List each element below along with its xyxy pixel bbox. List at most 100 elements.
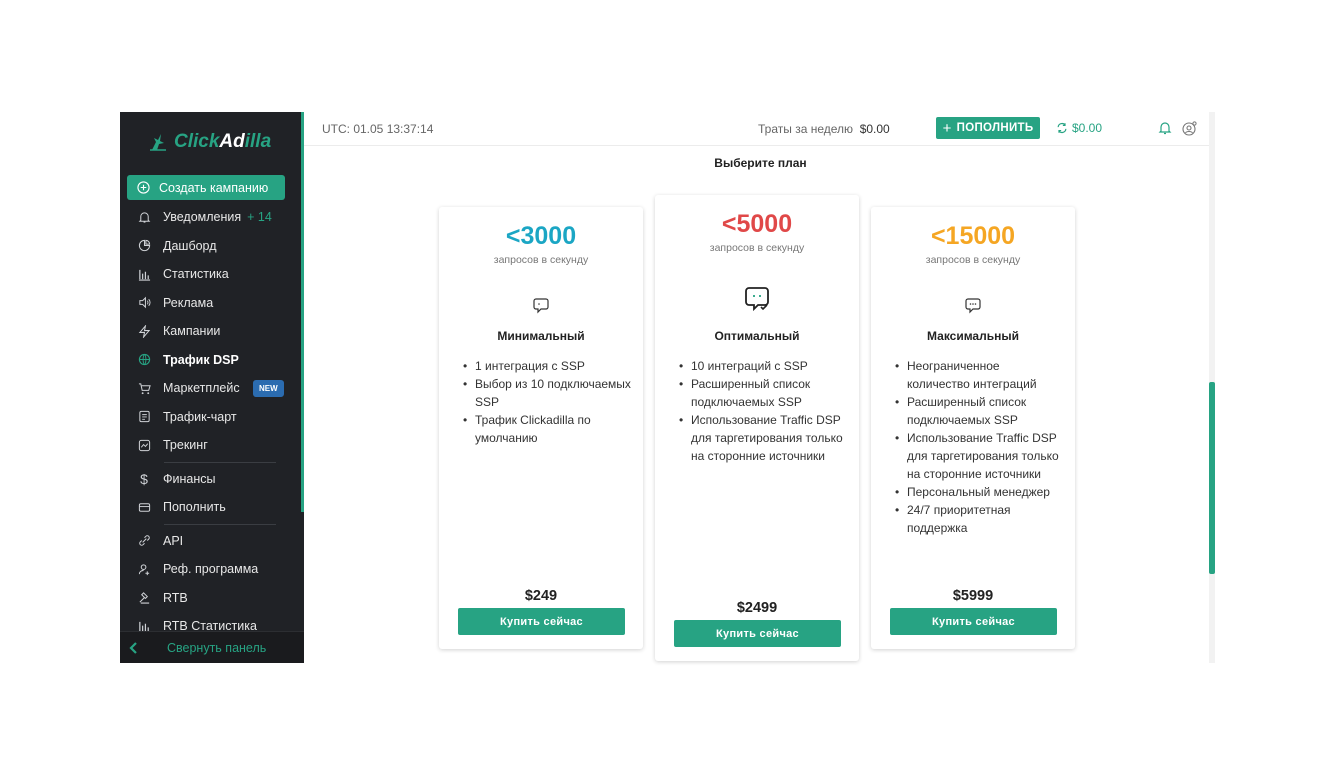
plan-feature: Трафик Clickadilla по умолчанию	[463, 411, 631, 447]
sidebar-item-statistics[interactable]: Статистика	[120, 260, 300, 289]
plus-icon: +	[942, 119, 952, 137]
tracking-icon	[137, 438, 151, 452]
sidebar-nav: Уведомления + 14 Дашборд Статистика Рекл…	[120, 203, 300, 641]
api-icon	[137, 534, 151, 548]
sidebar-item-ads[interactable]: Реклама	[120, 289, 300, 318]
plan-feature: Расширенный список подключаемых SSP	[895, 393, 1063, 429]
notifications-bell-icon[interactable]	[1158, 121, 1172, 140]
create-campaign-button[interactable]: Создать кампанию	[127, 175, 285, 200]
document-icon	[137, 410, 151, 424]
sidebar-item-label: Реф. программа	[163, 562, 259, 577]
chevron-left-icon	[129, 641, 137, 654]
plan-name: Минимальный	[497, 329, 585, 343]
card-icon	[137, 500, 151, 514]
plan-card-minimal: <3000 запросов в секунду Минимальный 1 и…	[439, 207, 643, 649]
chat-bubble-large-icon	[655, 285, 859, 313]
sidebar-item-referral[interactable]: Реф. программа	[120, 555, 300, 584]
sidebar-item-traffic-chart[interactable]: Трафик-чарт	[120, 403, 300, 432]
sidebar-item-label: Уведомления	[163, 210, 242, 225]
sidebar-item-label: Трекинг	[163, 438, 208, 453]
buy-now-button[interactable]: Купить сейчас	[674, 620, 841, 647]
buy-now-button[interactable]: Купить сейчас	[890, 608, 1057, 635]
sidebar-item-notifications[interactable]: Уведомления + 14	[120, 203, 300, 232]
app-window: ClickAdilla Создать кампанию Уведомления…	[120, 112, 1215, 663]
plan-limit-unit: запросов в секунду	[925, 254, 1021, 266]
sidebar-item-label: Статистика	[163, 267, 229, 282]
buy-now-button[interactable]: Купить сейчас	[458, 608, 625, 635]
sidebar-item-api[interactable]: API	[120, 527, 300, 556]
sidebar-item-traffic-dsp[interactable]: Трафик DSP	[120, 346, 300, 375]
plan-features: 1 интеграция с SSP Выбор из 10 подключае…	[463, 357, 631, 447]
collapse-panel-button[interactable]: Свернуть панель	[120, 631, 304, 663]
sidebar-item-finance[interactable]: $ Финансы	[120, 465, 300, 494]
cart-icon	[137, 381, 151, 395]
nav-divider	[164, 461, 276, 463]
topup-button[interactable]: + ПОПОЛНИТЬ	[936, 117, 1040, 139]
sidebar-item-rtb[interactable]: RTB	[120, 584, 300, 613]
sidebar-item-label: RTB	[163, 590, 188, 605]
plan-limit: <5000	[721, 210, 793, 238]
sidebar-item-label: Дашборд	[163, 238, 217, 253]
crocodile-logo-icon	[150, 134, 166, 151]
chat-bubble-small-icon	[439, 296, 643, 314]
sidebar-item-topup[interactable]: Пополнить	[120, 493, 300, 522]
balance[interactable]: $0.00	[1056, 121, 1102, 135]
utc-clock: UTC: 01.05 13:37:14	[322, 122, 434, 136]
weekly-spend-value: $0.00	[859, 122, 890, 136]
sidebar-item-label: Реклама	[163, 295, 214, 310]
globe-icon	[137, 353, 151, 367]
plan-limit-unit: запросов в секунду	[709, 242, 805, 254]
plan-limit-unit: запросов в секунду	[493, 254, 589, 266]
plan-features: 10 интеграций с SSP Расширенный список п…	[679, 357, 847, 465]
plan-feature: 24/7 приоритетная поддержка	[895, 501, 1063, 537]
plan-limit: <3000	[505, 222, 577, 250]
plus-circle-icon	[137, 181, 150, 194]
user-settings-icon[interactable]	[1182, 121, 1197, 141]
page-title: Выберите план	[714, 156, 807, 170]
weekly-spend: Траты за неделю $0.00	[758, 122, 890, 136]
plan-feature: Выбор из 10 подключаемых SSP	[463, 375, 631, 411]
gavel-icon	[137, 591, 151, 605]
dollar-icon: $	[140, 470, 148, 487]
user-plus-icon	[137, 562, 151, 576]
sidebar: ClickAdilla Создать кампанию Уведомления…	[120, 112, 304, 663]
notifications-count: + 14	[247, 210, 272, 225]
plan-feature: Использование Traffic DSP для таргетиров…	[679, 411, 847, 465]
scrollbar-thumb[interactable]	[1209, 382, 1215, 574]
sidebar-item-campaigns[interactable]: Кампании	[120, 317, 300, 346]
plan-name: Максимальный	[927, 329, 1019, 343]
logo[interactable]: ClickAdilla	[148, 130, 271, 154]
sidebar-item-label: Кампании	[163, 324, 221, 339]
weekly-spend-label: Траты за неделю	[758, 122, 854, 136]
chat-bubble-dots-icon	[871, 296, 1075, 314]
balance-value: $0.00	[1072, 121, 1103, 135]
collapse-panel-label: Свернуть панель	[167, 640, 267, 655]
new-badge: NEW	[253, 380, 284, 397]
bar-chart-icon	[137, 267, 151, 281]
speaker-icon	[137, 296, 151, 310]
plan-card-optimal: <5000 запросов в секунду Оптимальный 10 …	[655, 195, 859, 661]
plan-feature: Использование Traffic DSP для таргетиров…	[895, 429, 1063, 483]
plan-card-maximal: <15000 запросов в секунду Максимальный Н…	[871, 207, 1075, 649]
sidebar-accent	[301, 112, 304, 512]
refresh-icon	[1057, 122, 1067, 134]
plan-price: $249	[524, 588, 558, 604]
plan-price: $5999	[952, 588, 994, 604]
sidebar-item-label: Финансы	[163, 471, 216, 486]
plans-content: Выберите план <3000 запросов в секунду М…	[312, 146, 1209, 663]
topup-button-label: ПОПОЛНИТЬ	[956, 122, 1034, 134]
plan-name: Оптимальный	[714, 329, 800, 343]
plan-features: Неограниченное количество интеграций Рас…	[895, 357, 1063, 537]
sidebar-item-marketplace[interactable]: Маркетплейс NEW	[120, 374, 300, 403]
plan-feature: Расширенный список подключаемых SSP	[679, 375, 847, 411]
pie-chart-icon	[137, 239, 151, 253]
sidebar-item-dashboard[interactable]: Дашборд	[120, 232, 300, 261]
plan-price: $2499	[736, 600, 778, 616]
plan-feature: Персональный менеджер	[895, 483, 1063, 501]
plan-feature: Неограниченное количество интеграций	[895, 357, 1063, 393]
sidebar-item-label: API	[163, 533, 184, 548]
sidebar-item-tracking[interactable]: Трекинг	[120, 431, 300, 460]
topbar: UTC: 01.05 13:37:14 Траты за неделю $0.0…	[304, 112, 1215, 146]
logo-text: ClickAdilla	[174, 131, 272, 152]
sidebar-item-label: Маркетплейс	[163, 381, 240, 396]
